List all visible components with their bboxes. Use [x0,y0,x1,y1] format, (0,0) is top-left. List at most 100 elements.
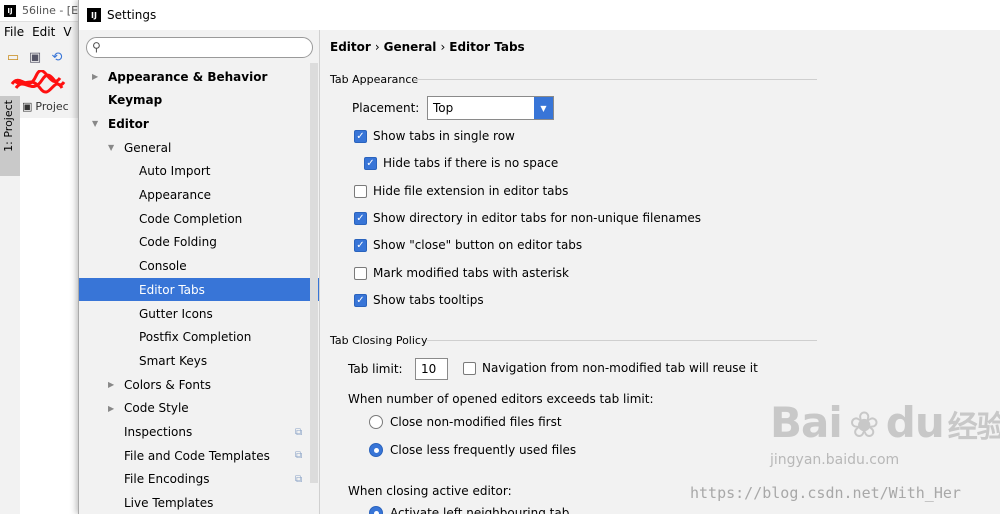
sync-icon[interactable]: ⟲ [48,50,66,65]
tree-item[interactable]: Code Completion [79,207,319,230]
option-label: Show directory in editor tabs for non-un… [373,211,702,225]
tree-item-label: Live Templates [124,496,214,511]
radio-option[interactable]: Activate left neighbouring tab [369,506,569,514]
checkbox[interactable]: ✓ [354,238,367,252]
tree-item[interactable]: Editor Tabs [79,278,319,302]
tree-item-label: Colors & Fonts [124,377,211,392]
search-input[interactable] [107,39,307,56]
tree-item[interactable]: Smart Keys [79,349,319,372]
project-tab-icon: ▣ [22,99,33,113]
tree-item[interactable]: File and Code Templates ⧉ [79,444,319,467]
paw-icon: ❀ [849,405,879,446]
exceeds-limit-label: When number of opened editors exceeds ta… [348,392,654,406]
tree-item-label: Code Folding [139,235,217,250]
radio-label: Close non-modified files first [390,415,562,429]
checkbox[interactable] [354,266,367,280]
csdn-watermark-url: https://blog.csdn.net/With_Her [690,484,961,502]
tab-closing-title: Tab Closing Policy [330,334,428,347]
radio-label: Close less frequently used files [390,443,577,457]
navigation-reuse-checkbox[interactable] [463,361,476,375]
radio-button[interactable] [369,415,383,429]
expanded-arrow-icon[interactable]: ▼ [92,119,98,128]
tree-item[interactable]: Code Folding [79,231,319,254]
ide-menubar: File Edit V [0,22,76,42]
radio-button[interactable] [369,443,383,457]
tree-item[interactable]: Auto Import [79,160,319,183]
expanded-arrow-icon[interactable]: ▼ [108,143,114,152]
tab-limit-input[interactable] [415,358,448,380]
option-label: Show tabs in single row [373,129,515,143]
menu-edit[interactable]: Edit [28,25,59,39]
tree-item[interactable]: Postfix Completion [79,326,319,349]
chevron-down-icon[interactable]: ▼ [534,97,553,119]
breadcrumb: Editor › General › Editor Tabs [330,40,525,54]
checkbox[interactable]: ✓ [354,129,367,143]
appearance-option[interactable]: ✓ Hide tabs if there is no space [364,156,558,170]
placement-dropdown[interactable]: Top ▼ [427,96,554,120]
navigation-reuse-label: Navigation from non-modified tab will re… [482,361,758,375]
tree-item[interactable]: Console [79,255,319,278]
appearance-option[interactable]: Hide file extension in editor tabs [354,184,568,198]
tree-item[interactable]: ▶ Appearance & Behavior [79,65,319,88]
appearance-option[interactable]: ✓ Show tabs tooltips [354,293,484,307]
project-tab-label: Projec [35,99,69,113]
option-label: Mark modified tabs with asterisk [373,266,569,280]
collapsed-arrow-icon[interactable]: ▶ [92,72,98,81]
intellij-app-icon: IJ [87,8,101,22]
appearance-option[interactable]: ✓ Show directory in editor tabs for non-u… [354,211,701,225]
menu-file[interactable]: File [0,25,28,39]
tree-scrollbar[interactable] [310,63,318,483]
tree-item[interactable]: Appearance [79,184,319,207]
breadcrumb-separator: › [440,40,446,54]
tree-item-label: Code Completion [139,211,243,226]
tree-item[interactable]: Keymap [79,89,319,112]
tree-item[interactable]: Inspections ⧉ [79,421,319,444]
checkbox[interactable]: ✓ [354,293,367,307]
radio-label: Activate left neighbouring tab [390,506,570,514]
tree-item[interactable]: Gutter Icons [79,302,319,325]
collapsed-arrow-icon[interactable]: ▶ [108,404,114,413]
baidu-watermark-domain: jingyan.baidu.com [770,452,900,468]
tree-item-label: Smart Keys [139,353,208,368]
breadcrumb-editor: Editor [330,40,371,54]
tree-item-label: File and Code Templates [124,448,270,463]
checkbox[interactable]: ✓ [354,211,367,225]
project-level-icon: ⧉ [295,450,303,462]
project-level-icon: ⧉ [295,426,303,438]
open-folder-icon[interactable]: ▭ [4,50,22,65]
radio-button[interactable] [369,506,383,514]
collapsed-arrow-icon[interactable]: ▶ [108,380,114,389]
tree-item-label: Keymap [108,93,163,108]
checkbox[interactable] [354,184,367,198]
tree-item[interactable]: ▼ General [79,136,319,159]
option-label: Hide tabs if there is no space [383,156,559,170]
tree-item[interactable]: File Encodings ⧉ [79,468,319,491]
settings-titlebar: IJ Settings [79,0,1000,30]
tree-item[interactable]: ▼ Editor [79,112,319,135]
radio-option[interactable]: Close less frequently used files [369,443,576,457]
ide-project-pane [20,118,80,514]
appearance-option[interactable]: ✓ Show tabs in single row [354,129,515,143]
menu-view[interactable]: V [59,25,75,39]
project-tab[interactable]: ▣ Projec [22,96,69,116]
tree-item-label: General [124,140,172,155]
tree-item[interactable]: ▶ Colors & Fonts [79,373,319,396]
tree-item[interactable]: Live Templates [79,492,319,514]
closing-active-label: When closing active editor: [348,484,512,498]
tab-appearance-title: Tab Appearance [330,73,419,86]
navigation-reuse-option[interactable]: Navigation from non-modified tab will re… [463,361,758,375]
project-side-tab[interactable]: 1: Project [0,96,20,176]
ide-background-window: IJ 56line - [E File Edit V ▭ ▣ ⟲ 1: Proj… [0,0,80,514]
section-divider [413,79,817,80]
tree-item-label: Appearance [139,188,212,202]
checkbox[interactable]: ✓ [364,156,377,170]
save-icon[interactable]: ▣ [26,50,44,65]
radio-option[interactable]: Close non-modified files first [369,415,562,429]
tree-item[interactable]: ▶ Code Style [79,397,319,420]
project-level-icon: ⧉ [295,473,303,485]
section-divider [427,340,817,341]
settings-search[interactable]: ⚲ [86,37,313,58]
appearance-option[interactable]: ✓ Show "close" button on editor tabs [354,238,582,252]
ide-window-title: 56line - [E [22,4,79,17]
appearance-option[interactable]: Mark modified tabs with asterisk [354,266,569,280]
